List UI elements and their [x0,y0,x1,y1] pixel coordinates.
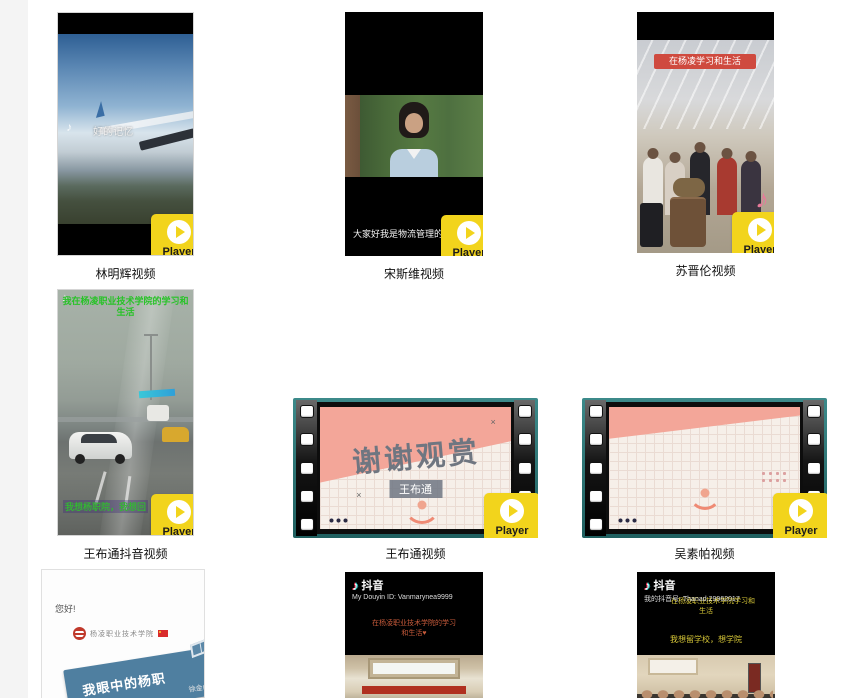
player-badge[interactable]: Player [151,494,194,536]
video-overlay-text-top: 我在杨凌职业技术学院的学习和生活 [62,296,189,318]
play-icon [500,499,524,523]
person-silhouette [717,157,737,215]
player-badge[interactable]: Player [151,214,194,256]
video-thumbnail-song[interactable]: 大家好我是物流管理的一 Player [345,12,483,256]
classroom-scene [637,655,775,698]
music-note-sticker-icon: ♪ [754,183,771,216]
stage-banner [362,686,467,694]
slide-author: 徐金山 [188,682,205,695]
page-left-margin [0,0,28,698]
player-badge[interactable]: Player [441,215,483,256]
video-overlay-text: 生活 [699,606,713,616]
airplane-sky-scene: ♪ 好的记忆 [58,34,193,224]
tiktok-logo-icon: ♪ [352,578,359,593]
student-heads [639,688,773,698]
play-icon [457,221,481,245]
play-icon [748,218,772,242]
player-badge[interactable]: Player [484,493,538,538]
pink-wedge [609,407,800,529]
video-overlay-text: 我想留学校，想学院 [637,634,775,645]
video-thumbnail-lin[interactable]: ♪ 好的记忆 Player [57,12,194,256]
player-badge[interactable]: Player [773,493,827,538]
play-icon [167,500,191,524]
dots-doodle [760,470,787,485]
video-caption: 吴素帕视频 [582,545,827,562]
video-card-slide: 您好! 杨凌职业技术学院 我眼中的杨职 徐金山 [41,569,205,698]
white-sedan [69,432,132,459]
video-card-wang-douyin: ♪ 我在杨凌职业技术学院的学习和生活 我想杨职院，我想回 Player 王布通抖… [57,289,194,562]
thanks-slide: × × 谢谢观赏 王布通 [320,407,511,529]
smiley-doodle [689,478,721,510]
video-overlay-text: 和生活♥ [345,628,483,638]
school-name: 杨凌职业技术学院 [90,629,154,639]
tiktok-logo-icon: ♪ [644,578,651,593]
white-van [147,405,169,421]
video-caption: 苏晋伦视频 [637,262,774,279]
school-emblem-icon [73,627,86,640]
yellow-taxi [162,427,189,442]
china-flag-icon [158,630,168,637]
video-card-wu: Player 吴素帕视频 [582,398,827,562]
douyin-brand-row: ♪ 抖音 [644,577,676,593]
douyin-brand-name: 抖音 [654,577,676,593]
video-banner-text: 在杨凌学习和生活 [654,54,756,69]
school-logo-row: 杨凌职业技术学院 [73,627,168,640]
play-icon [789,499,813,523]
douyin-brand-row: ♪ 抖音 [352,577,384,593]
video-thumbnail-wu[interactable]: Player [582,398,827,538]
douyin-id-text: 我的抖音号: Thanad.29962017 [644,594,740,604]
video-subtitle: 大家好我是物流管理的一 [353,227,452,240]
video-card-su: ♪ ♪ 在杨凌学习和生活 Player 苏晋伦视频 [637,12,774,279]
students-group [637,694,775,698]
slide-title-banner: 我眼中的杨职 徐金山 [63,646,205,698]
video-card-lin: ♪ 好的记忆 Player 林明辉视频 [57,12,194,282]
film-sprockets-left [296,400,317,536]
airplane-wing-flap [139,128,194,150]
person-face [405,113,423,133]
slide-title: 我眼中的杨职 [63,646,205,698]
douyin-brand-name: 抖音 [362,577,384,593]
play-icon [167,220,191,244]
video-card-conference: ♪ 抖音 My Douyin ID: Vanmarynea9999 在杨凌职业技… [345,572,483,698]
video-overlay-text-bottom: 我想杨职院，我想回 [63,500,148,513]
tiktok-watermark-icon: ♪ [66,120,72,134]
suitcase [670,197,706,247]
video-caption: 王布通视频 [293,545,538,562]
doodle-x-icon: × [356,490,361,500]
video-card-song: 大家好我是物流管理的一 Player 宋斯维视频 [345,12,483,282]
conference-hall-scene [345,655,483,698]
video-thumbnail-conference[interactable]: ♪ 抖音 My Douyin ID: Vanmarynea9999 在杨凌职业技… [345,572,483,698]
smiley-doodle [404,488,440,524]
video-card-wang: × × 谢谢观赏 王布通 Player 王布通视频 [293,398,538,562]
video-card-classroom: ♪ 抖音 我的抖音号: Thanad.29962017 在杨凌职业技术学院学习和… [637,572,775,698]
travel-bag [673,178,705,197]
grid-slide [609,407,800,529]
video-caption: 宋斯维视频 [345,265,483,282]
film-sprockets-left [585,400,606,536]
road-barrier [58,417,193,422]
video-caption: 王布通抖音视频 [57,545,194,562]
interview-photo-band [345,95,483,177]
video-thumbnail-slide[interactable]: 您好! 杨凌职业技术学院 我眼中的杨职 徐金山 [41,569,205,698]
ceiling-panel [370,660,458,677]
player-badge[interactable]: Player [732,212,774,253]
video-caption: 林明辉视频 [57,265,194,282]
video-overlay-text: 在杨凌职业技术学院的学习 [345,618,483,628]
slide-greeting: 您好! [55,602,76,615]
dots-doodle [328,517,350,524]
douyin-id-text: My Douyin ID: Vanmarynea9999 [352,594,453,601]
classroom-window [648,658,698,675]
video-overlay-text: 好的记忆 [93,123,133,138]
dots-doodle [617,517,639,524]
airplane-winglet [93,102,105,119]
video-thumbnail-classroom[interactable]: ♪ 抖音 我的抖音号: Thanad.29962017 在杨凌职业技术学院学习和… [637,572,775,698]
suitcase [640,203,663,247]
video-thumbnail-wang[interactable]: × × 谢谢观赏 王布通 Player [293,398,538,538]
video-thumbnail-wang-douyin[interactable]: ♪ 我在杨凌职业技术学院的学习和生活 我想杨职院，我想回 Player [57,289,194,536]
video-thumbnail-su[interactable]: ♪ ♪ 在杨凌学习和生活 Player [637,12,774,253]
person-shirt [390,149,438,177]
doodle-x-icon: × [490,417,495,427]
